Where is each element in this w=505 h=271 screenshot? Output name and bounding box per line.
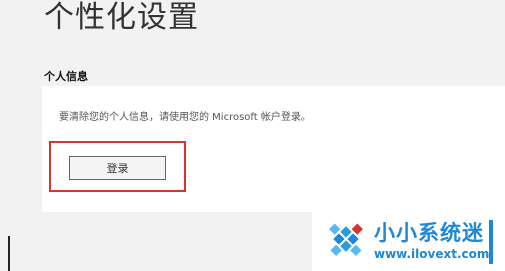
personal-info-heading: 个人信息 [44,70,88,83]
watermark-name: 小小系统迷 [374,221,484,245]
watermark-url: www.ilovext.com [374,247,490,261]
watermark-corner-bar [489,220,493,264]
login-button[interactable]: 登录 [69,156,166,180]
watermark: 小小系统迷 www.ilovext.com [312,205,505,271]
page-title: 个性化设置 [44,0,199,35]
personal-info-description: 要清除您的个人信息，请使用您的 Microsoft 帐户登录。 [59,112,311,123]
personal-info-panel: 要清除您的个人信息，请使用您的 Microsoft 帐户登录。 登录 [42,86,505,212]
login-highlight-box: 登录 [49,141,186,192]
watermark-logo-icon [329,223,363,256]
divider-bar [8,236,10,271]
